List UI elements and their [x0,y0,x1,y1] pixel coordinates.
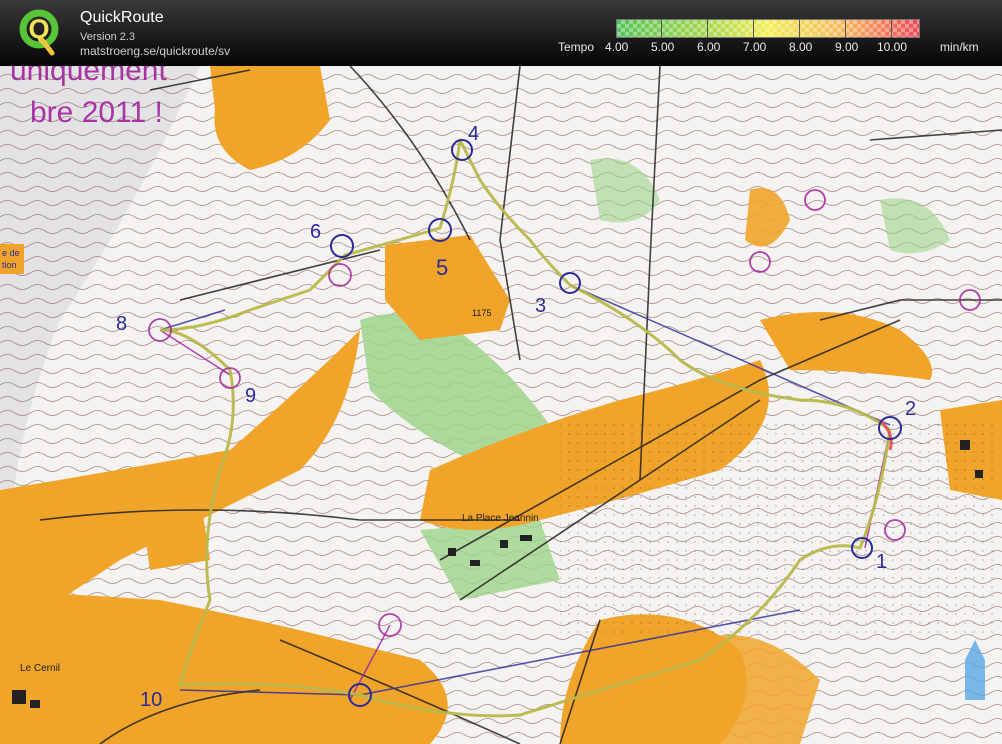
tempo-label: Tempo [558,40,595,54]
tempo-tick-label: 4.00 [605,40,629,54]
control-number: 1 [876,551,887,573]
tempo-tick-label: 6.00 [697,40,721,54]
tempo-tick-mark [753,19,754,38]
control-number: 8 [116,313,127,335]
map-side-label: tion [2,260,17,270]
orienteering-map[interactable]: uniquement bre 2011 ! e de tion La Place… [0,66,1002,744]
app-version: Version 2.3 [80,31,136,43]
tempo-tick-mark [707,19,708,38]
rough-texture [560,420,1000,640]
tempo-tick-label: 7.00 [743,40,767,54]
map-date-text: bre 2011 ! [30,96,163,129]
tempo-tick-mark [661,19,662,38]
control-number: 5 [436,255,448,280]
tempo-tick-label: 5.00 [651,40,675,54]
app-title: QuickRoute [80,9,164,26]
quickroute-logo-icon: Q [19,9,59,56]
logo-letter: Q [28,14,49,44]
open-land-area [140,495,210,570]
tempo-tick-label: 10.00 [877,40,908,54]
tempo-tick-label: 9.00 [835,40,859,54]
tempo-unit-label: min/km [940,40,979,54]
control-number: 6 [310,221,321,243]
height-label: 1175 [472,308,491,318]
control-number: 2 [905,398,916,420]
place-label: La Place Jeannin [462,513,539,524]
control-number: 10 [140,689,162,711]
app-url[interactable]: matstroeng.se/quickroute/sv [80,44,230,58]
app-header: Q QuickRoute Version 2.3 matstroeng.se/q… [0,0,1002,66]
control-number: 9 [245,385,256,407]
tempo-tick-mark [845,19,846,38]
tempo-tick-mark [799,19,800,38]
control-number: 4 [468,123,479,145]
control-number: 3 [535,295,546,317]
map-side-label: e de [2,248,20,258]
tempo-tick-mark [891,19,892,38]
map-header-text: uniquement [10,66,167,87]
place-label: Le Cernil [20,663,60,674]
tempo-tick-label: 8.00 [789,40,813,54]
